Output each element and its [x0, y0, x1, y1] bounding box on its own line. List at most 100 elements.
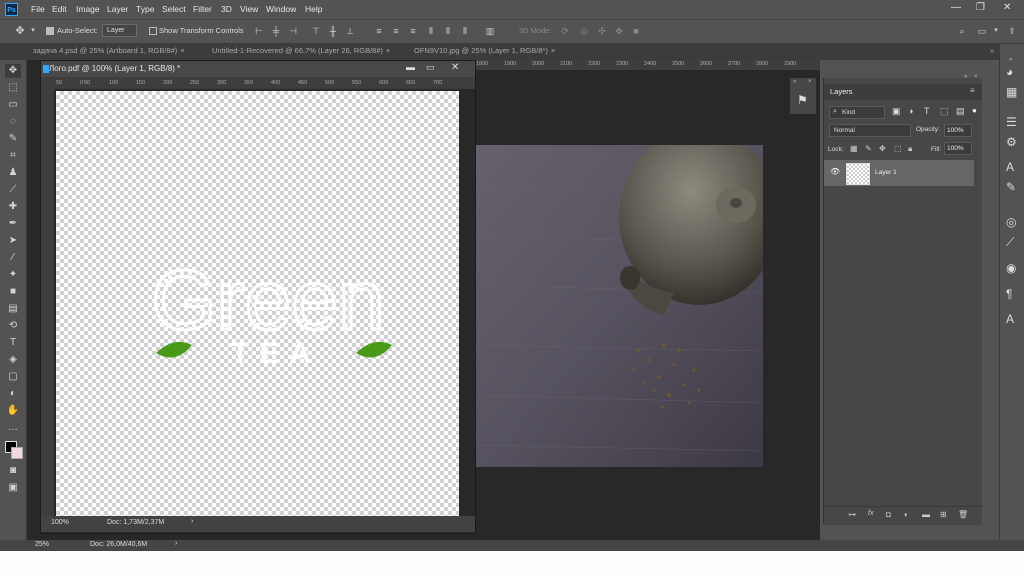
screen-mode-icon[interactable]: ▣ — [5, 481, 21, 495]
character-styles-icon[interactable]: A — [1006, 312, 1014, 326]
channels-panel-icon[interactable]: ◎ — [1006, 215, 1016, 229]
quick-mask-icon[interactable]: ◙ — [5, 464, 21, 478]
doc-maximize-icon[interactable]: ▭ — [426, 62, 435, 73]
search-icon[interactable]: ⌕ — [956, 25, 968, 37]
lock-all-icon[interactable]: 🔒︎ — [908, 144, 912, 154]
adjustments-panel-icon[interactable]: ⚙ — [1006, 135, 1017, 149]
panel-menu-icon[interactable]: ≡ — [970, 86, 975, 95]
align-bottom-icon[interactable]: ⊥ — [344, 25, 356, 37]
layers-collapse-icon[interactable]: » — [964, 74, 967, 80]
orbit-3d-icon[interactable]: ⟳ — [559, 25, 571, 37]
history-brush-icon[interactable]: ⟲ — [5, 319, 21, 333]
clone-tool-icon[interactable]: ✦ — [5, 268, 21, 282]
path-select-tool-icon[interactable]: ➤ — [5, 234, 21, 248]
filter-type-icon[interactable]: T — [924, 106, 930, 116]
tab-close-icon[interactable]: × — [551, 46, 555, 55]
styles-panel-icon[interactable]: ◉ — [1006, 261, 1016, 275]
document-zoom[interactable]: 100% — [51, 519, 69, 526]
menu-type[interactable]: Type — [136, 4, 154, 14]
tab-document[interactable]: OFN9V10.jpg @ 25% (Layer 1, RGB/8*) × — [414, 46, 555, 55]
filter-toggle-icon[interactable]: ● — [972, 106, 977, 115]
filter-image-icon[interactable]: ▣ — [892, 106, 901, 117]
tab-close-icon[interactable]: × — [180, 46, 184, 55]
menu-filter[interactable]: Filter — [193, 4, 212, 14]
tab-document[interactable]: задача 4.psd @ 25% (Artboard 1, RGB/8#) × — [33, 46, 185, 55]
menu-help[interactable]: Help — [305, 4, 322, 14]
workspace-icon[interactable]: ▭ — [976, 25, 988, 37]
menu-window[interactable]: Window — [266, 4, 296, 14]
minimize-icon[interactable]: — — [951, 2, 961, 13]
lock-paint-icon[interactable]: ✎ — [865, 144, 872, 153]
workspace-chevron-icon[interactable]: ▾ — [990, 25, 1002, 37]
slide-3d-icon[interactable]: ✥ — [613, 25, 625, 37]
gradient-tool-icon[interactable]: ▤ — [5, 302, 21, 316]
share-icon[interactable]: ⇪ — [1006, 25, 1018, 37]
eraser-tool-icon[interactable]: ◈ — [5, 353, 21, 367]
layer-row[interactable]: 👁︎ Layer 1 — [824, 160, 974, 186]
properties-icon[interactable]: ⚑ — [797, 93, 808, 107]
paragraph-panel-icon[interactable]: ¶ — [1006, 287, 1012, 301]
lock-transparent-icon[interactable]: ▦ — [850, 144, 858, 153]
glyphs-panel-icon[interactable]: ✎ — [1006, 180, 1016, 194]
transform-controls-checkbox[interactable] — [149, 27, 157, 35]
visibility-eye-icon[interactable]: 👁︎ — [830, 167, 840, 176]
close-icon[interactable]: ✕ — [1003, 2, 1011, 13]
healing-tool-icon[interactable]: ✚ — [5, 200, 21, 214]
tool-preset-chevron-icon[interactable]: ▾ — [27, 25, 39, 37]
distribute-vcenter-icon[interactable]: ≡ — [390, 25, 402, 37]
doc-close-icon[interactable]: ✕ — [451, 62, 459, 73]
paths-panel-icon[interactable]: ⟋ — [1006, 235, 1014, 250]
document-titlebar[interactable]: Лого.pdf @ 100% (Layer 1, RGB/8) * ▬ ▭ ✕ — [41, 61, 475, 77]
rectangle-tool-icon[interactable]: ■ — [5, 285, 21, 299]
marquee-tool-icon[interactable]: ▭ — [5, 98, 21, 112]
move-tool-icon[interactable]: ✥ — [5, 64, 21, 78]
more-tools-icon[interactable]: … — [5, 421, 21, 435]
restore-icon[interactable]: ❐ — [976, 2, 985, 13]
filter-shape-icon[interactable]: ⬚ — [940, 106, 949, 117]
type-tool-icon[interactable]: T — [5, 336, 21, 350]
auto-select-dropdown[interactable]: Layer — [102, 24, 137, 37]
status-menu-chevron-icon[interactable]: › — [175, 540, 177, 547]
align-left-icon[interactable]: ⊢ — [253, 25, 265, 37]
filter-smart-object-icon[interactable]: ▤ — [956, 106, 965, 117]
status-menu-chevron-icon[interactable]: › — [191, 518, 193, 525]
scale-3d-icon[interactable]: ■ — [630, 25, 642, 37]
new-group-icon[interactable]: ▬ — [922, 510, 930, 519]
blend-mode-dropdown[interactable]: Normal — [829, 124, 911, 137]
move-tool-icon[interactable]: ✥ — [14, 25, 26, 37]
brush-tool-icon[interactable]: ⁄ — [5, 251, 21, 265]
artboard-tool-icon[interactable]: ⬚ — [5, 81, 21, 95]
panel-close-icon[interactable]: × — [808, 79, 812, 85]
link-layers-icon[interactable]: ⊶ — [848, 510, 856, 519]
auto-align-icon[interactable]: ▥ — [484, 25, 496, 37]
menu-select[interactable]: Select — [162, 4, 186, 14]
color-panel-icon[interactable]: ◕ — [1006, 65, 1013, 79]
distribute-top-icon[interactable]: ≡ — [373, 25, 385, 37]
menu-edit[interactable]: Edit — [52, 4, 67, 14]
filter-adjustment-icon[interactable]: ◑ — [908, 106, 913, 116]
menu-layer[interactable]: Layer — [107, 4, 128, 14]
tab-overflow-icon[interactable]: » — [990, 46, 994, 55]
swatches-panel-icon[interactable]: ▦ — [1006, 85, 1017, 99]
align-top-icon[interactable]: ⊤ — [310, 25, 322, 37]
crop-tool-icon[interactable]: ⌗ — [5, 149, 21, 163]
character-panel-icon[interactable]: A — [1006, 160, 1014, 174]
background-color-swatch[interactable] — [11, 447, 23, 459]
lock-position-icon[interactable]: ✥ — [879, 144, 886, 153]
menu-image[interactable]: Image — [76, 4, 100, 14]
align-middle-icon[interactable]: ╫ — [327, 25, 339, 37]
distribute-left-icon[interactable]: ⦀ — [425, 25, 437, 37]
blur-tool-icon[interactable]: ◐ — [5, 387, 21, 401]
menu-view[interactable]: View — [240, 4, 258, 14]
dock-collapse-icon[interactable]: « — [1009, 57, 1012, 63]
quick-select-tool-icon[interactable]: ✎ — [5, 132, 21, 146]
layer-filter-dropdown[interactable]: ⌕ Kind — [829, 106, 885, 119]
distribute-bottom-icon[interactable]: ≡ — [407, 25, 419, 37]
pen-tool-icon[interactable]: ✒ — [5, 217, 21, 231]
tab-document[interactable]: Untitled-1-Recovered @ 66,7% (Layer 26, … — [212, 46, 390, 55]
status-zoom[interactable]: 25% — [35, 541, 49, 548]
doc-minimize-icon[interactable]: ▬ — [406, 62, 415, 72]
panel-collapse-icon[interactable]: » — [793, 79, 796, 85]
stamp-tool-icon[interactable]: ♟ — [5, 166, 21, 180]
distribute-hcenter-icon[interactable]: ⦀ — [442, 25, 454, 37]
